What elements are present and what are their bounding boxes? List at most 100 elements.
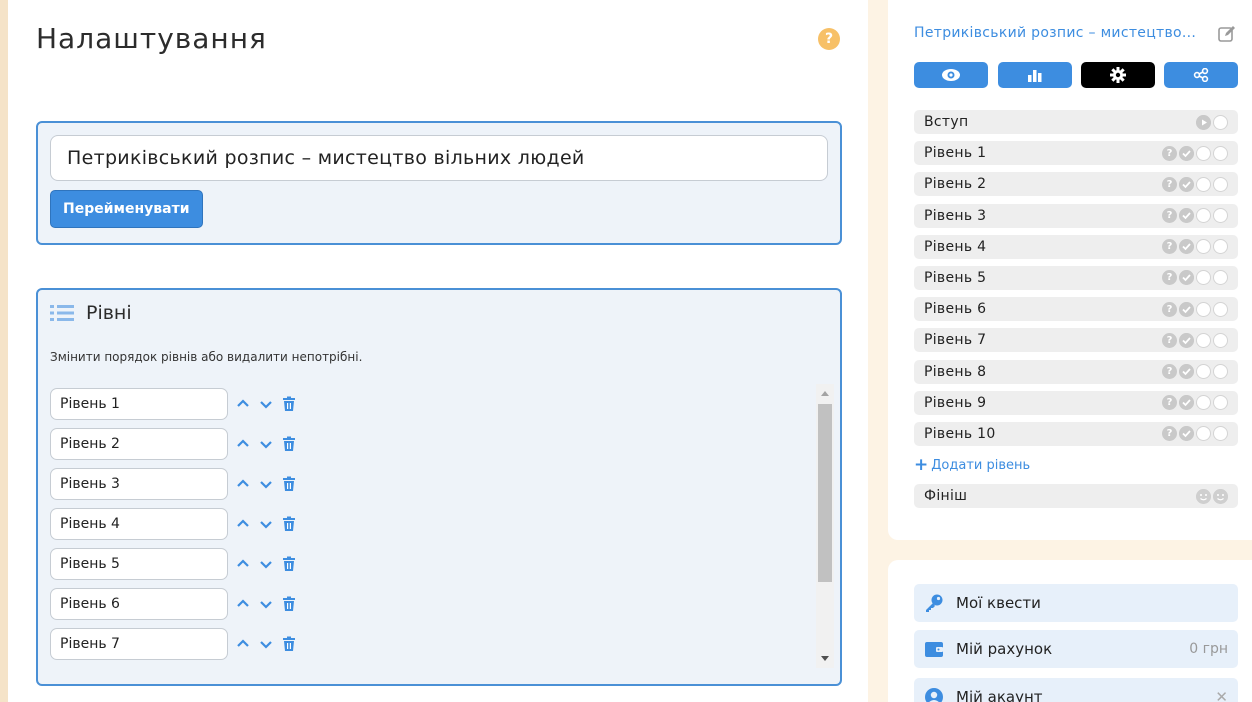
check-icon (1179, 364, 1194, 379)
trash-icon[interactable] (281, 556, 297, 572)
rename-button[interactable]: Перейменувати (50, 190, 203, 228)
step-label: Рівень 3 (924, 207, 987, 224)
balance-value: 0 грн (1189, 641, 1228, 657)
empty-circle-icon (1196, 145, 1211, 161)
trash-icon[interactable] (281, 636, 297, 652)
chevron-up-icon[interactable] (235, 596, 251, 612)
rename-card: Перейменувати (36, 121, 842, 245)
chevron-up-icon[interactable] (235, 556, 251, 572)
chevron-up-icon[interactable] (235, 396, 251, 412)
level-name-input[interactable] (50, 468, 228, 500)
scroll-down-arrow-icon[interactable] (821, 656, 829, 661)
scroll-up-arrow-icon[interactable] (821, 391, 829, 396)
levels-list[interactable] (46, 384, 828, 668)
check-icon (1179, 176, 1194, 192)
question-icon: ? (1162, 364, 1177, 379)
scroll-thumb[interactable] (818, 404, 832, 582)
step-label: Рівень 9 (924, 394, 987, 411)
quest-navigator: Петриківський розпис – мистецтво... Всту… (888, 0, 1252, 540)
step-item[interactable]: Рівень 5? (914, 265, 1238, 290)
check-icon (1179, 301, 1194, 317)
trash-icon[interactable] (281, 396, 297, 412)
chevron-up-icon[interactable] (235, 516, 251, 532)
check-icon (1179, 270, 1194, 286)
empty-circle-icon (1213, 239, 1228, 255)
check-icon (1179, 239, 1194, 255)
chevron-down-icon[interactable] (258, 436, 274, 452)
step-item[interactable]: Рівень 1? (914, 141, 1238, 166)
step-item[interactable]: Рівень 6? (914, 297, 1238, 322)
menu-my-account-balance-label: Мій рахунок (956, 640, 1053, 658)
chevron-up-icon[interactable] (235, 476, 251, 492)
help-icon[interactable]: ? (818, 28, 840, 50)
question-icon: ? (1162, 239, 1177, 255)
step-label: Рівень 5 (924, 269, 987, 286)
empty-circle-icon (1196, 364, 1211, 379)
chevron-down-icon[interactable] (258, 516, 274, 532)
check-icon (1179, 426, 1194, 442)
chevron-down-icon[interactable] (258, 556, 274, 572)
wallet-icon (925, 642, 943, 657)
step-list: Вступ Рівень 1? Рівень 2? Рівень 3? Рівень 4… (914, 110, 1238, 515)
quest-name-input[interactable] (50, 135, 828, 181)
preview-button[interactable] (914, 62, 988, 88)
menu-my-account-balance[interactable]: Мій рахунок 0 грн (914, 630, 1238, 668)
empty-circle-icon (1196, 208, 1211, 224)
levels-card: Рівні Змінити порядок рівнів або видалит… (36, 288, 842, 686)
settings-button[interactable] (1081, 62, 1155, 88)
empty-circle-icon (1213, 145, 1228, 161)
level-name-input[interactable] (50, 628, 228, 660)
chevron-up-icon[interactable] (235, 436, 251, 452)
step-label: Рівень 1 (924, 145, 987, 162)
step-item[interactable]: Рівень 3? (914, 203, 1238, 228)
step-item[interactable]: Рівень 10? (914, 421, 1238, 446)
share-button[interactable] (1164, 62, 1238, 88)
question-icon: ? (1162, 301, 1177, 317)
level-name-input[interactable] (50, 388, 228, 420)
chevron-down-icon[interactable] (258, 396, 274, 412)
level-row (46, 584, 828, 624)
level-row (46, 624, 828, 664)
level-name-input[interactable] (50, 588, 228, 620)
step-label: Рівень 8 (924, 363, 987, 380)
key-icon (926, 594, 943, 612)
step-item[interactable]: Рівень 4? (914, 234, 1238, 259)
level-name-input[interactable] (50, 508, 228, 540)
step-label: Фініш (924, 488, 968, 505)
level-name-input[interactable] (50, 428, 228, 460)
empty-circle-icon (1213, 176, 1228, 192)
levels-scrollbar[interactable] (816, 384, 834, 668)
step-item[interactable]: Рівень 8? (914, 359, 1238, 384)
check-icon (1179, 145, 1194, 161)
empty-circle-icon (1213, 395, 1228, 411)
step-item-finish[interactable]: Фініш (914, 484, 1238, 509)
level-name-input[interactable] (50, 548, 228, 580)
trash-icon[interactable] (281, 476, 297, 492)
empty-circle-icon (1196, 426, 1211, 442)
chevron-down-icon[interactable] (258, 596, 274, 612)
stats-button[interactable] (998, 62, 1072, 88)
close-icon[interactable]: ✕ (1215, 688, 1228, 702)
step-item[interactable]: Рівень 7? (914, 328, 1238, 353)
edit-icon[interactable] (1218, 25, 1236, 43)
trash-icon[interactable] (281, 436, 297, 452)
trash-icon[interactable] (281, 596, 297, 612)
trash-icon[interactable] (281, 516, 297, 532)
step-item[interactable]: Вступ (914, 110, 1238, 134)
chevron-up-icon[interactable] (235, 636, 251, 652)
step-status-icons: ? (1162, 301, 1228, 317)
question-icon: ? (1162, 176, 1177, 192)
menu-my-quests[interactable]: Мої квести (914, 584, 1238, 622)
chevron-down-icon[interactable] (258, 636, 274, 652)
face-icon (1196, 488, 1211, 504)
check-icon (1179, 395, 1194, 411)
step-item[interactable]: Рівень 2? (914, 172, 1238, 197)
settings-main-panel: Налаштування ? Перейменувати Рівні Зміни… (0, 0, 868, 702)
step-label: Рівень 4 (924, 238, 987, 255)
quest-title-link[interactable]: Петриківський розпис – мистецтво... (914, 25, 1196, 41)
step-item[interactable]: Рівень 9? (914, 390, 1238, 415)
add-level-link[interactable]: + Додати рівень (914, 453, 1238, 477)
chevron-down-icon[interactable] (258, 476, 274, 492)
menu-my-profile[interactable]: Мій акаунт ✕ (914, 678, 1238, 702)
level-row (46, 664, 828, 668)
